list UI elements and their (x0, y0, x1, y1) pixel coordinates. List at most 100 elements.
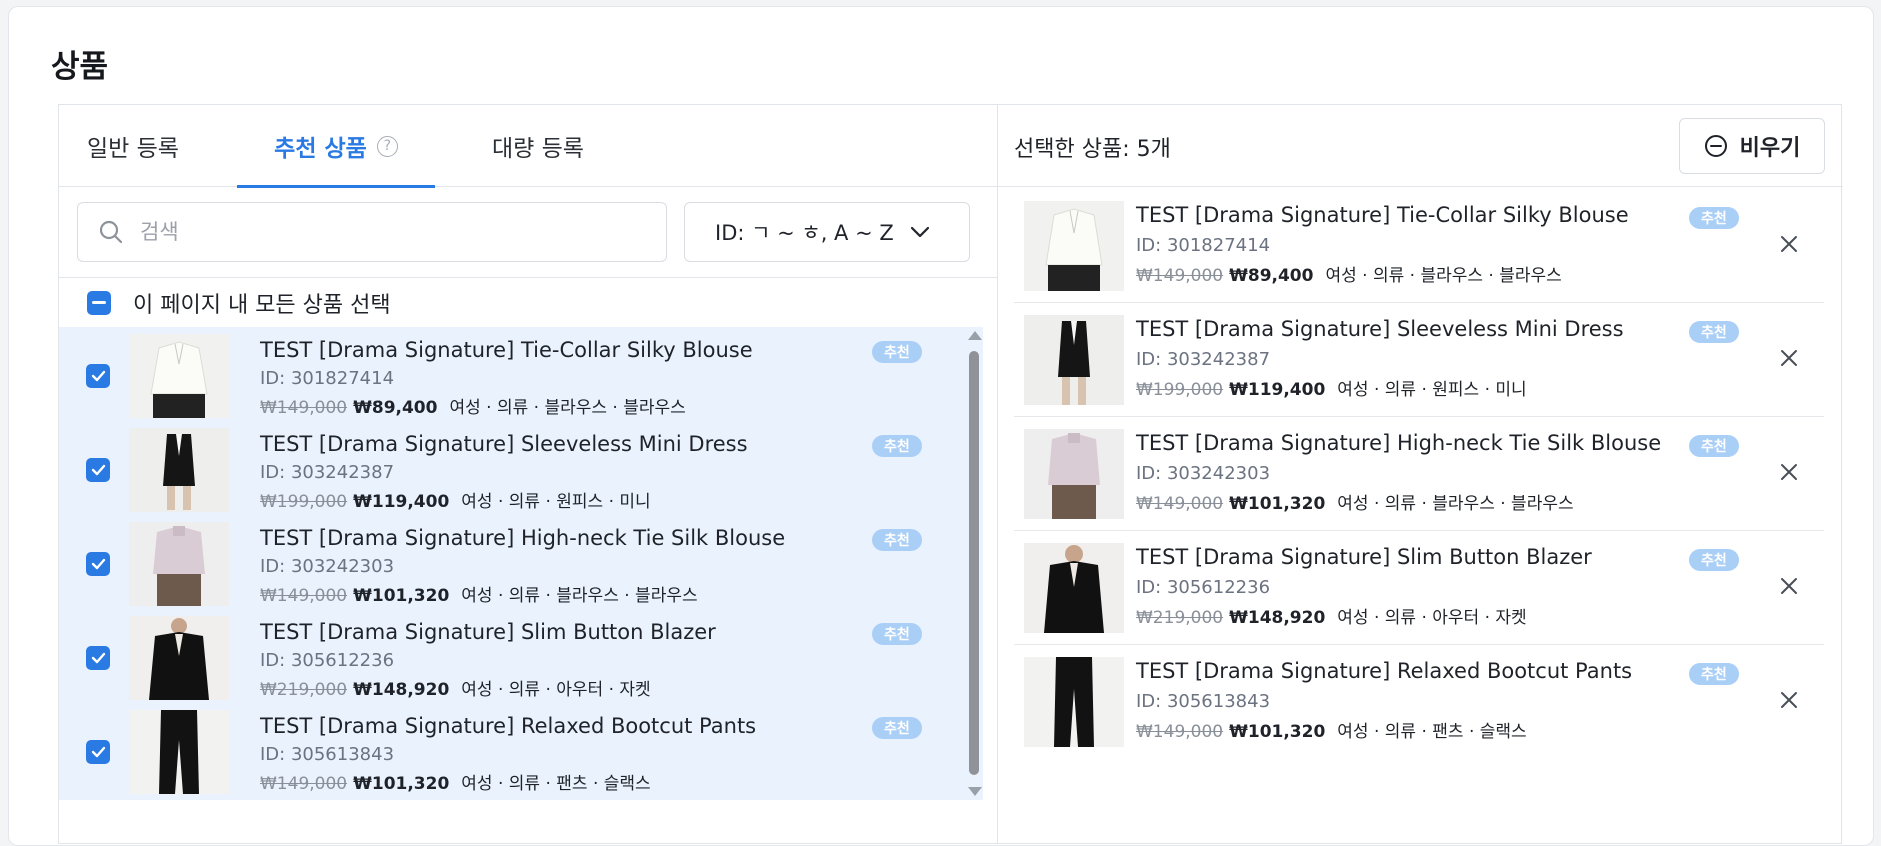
scrollbar-thumb[interactable] (969, 351, 979, 775)
close-icon (1781, 350, 1797, 366)
close-icon (1781, 692, 1797, 708)
row-checkbox[interactable] (86, 364, 110, 388)
scroll-up-arrow[interactable] (968, 331, 982, 340)
product-picker: 일반 등록 추천 상품 ? 대량 등록 ID: ㄱ ~ ㅎ, A ~ Z (59, 105, 997, 843)
remove-item-button[interactable] (1774, 457, 1804, 487)
row-checkbox[interactable] (86, 646, 110, 670)
recommended-badge: 추천 (1689, 207, 1739, 229)
original-price: ₩219,000 (260, 680, 348, 700)
product-category: 여성 · 의류 · 팬츠 · 슬랙스 (461, 774, 651, 794)
product-row[interactable]: TEST [Drama Signature] High-neck Tie Sil… (59, 517, 983, 611)
remove-item-button[interactable] (1774, 571, 1804, 601)
original-price: ₩149,000 (260, 774, 348, 794)
black-pants-image (1024, 657, 1124, 747)
question-circle-icon[interactable]: ? (376, 135, 398, 157)
product-thumbnail (129, 428, 229, 512)
product-id: ID: 305612236 (1136, 577, 1271, 598)
tab-general[interactable]: 일반 등록 (59, 105, 207, 187)
selected-header: 선택한 상품: 5개 비우기 (998, 105, 1843, 187)
recommended-badge: 추천 (872, 623, 922, 645)
check-icon (91, 652, 105, 664)
black-blazer-image (1024, 543, 1124, 633)
product-list: TEST [Drama Signature] Tie-Collar Silky … (59, 327, 983, 800)
remove-item-button[interactable] (1774, 685, 1804, 715)
selected-item: TEST [Drama Signature] Relaxed Bootcut P… (1014, 645, 1824, 759)
product-thumbnail (1024, 201, 1124, 291)
sale-price: ₩119,400 (353, 492, 450, 512)
original-price: ₩199,000 (1136, 380, 1224, 400)
recommended-badge: 추천 (872, 717, 922, 739)
scroll-down-arrow[interactable] (968, 787, 982, 796)
product-thumbnail (1024, 657, 1124, 747)
search-input[interactable] (140, 220, 620, 244)
close-icon (1781, 236, 1797, 252)
product-category: 여성 · 의류 · 원피스 · 미니 (1337, 380, 1527, 400)
product-thumbnail (129, 710, 229, 794)
scrollbar[interactable] (964, 327, 983, 800)
black-mini-dress-image (129, 428, 229, 512)
sale-price: ₩89,400 (1229, 266, 1314, 286)
recommended-badge: 추천 (872, 435, 922, 457)
product-title: TEST [Drama Signature] High-neck Tie Sil… (1136, 431, 1662, 455)
sort-dropdown[interactable]: ID: ㄱ ~ ㅎ, A ~ Z (684, 202, 970, 262)
product-category: 여성 · 의류 · 블라우스 · 블라우스 (461, 586, 698, 606)
select-all-row: 이 페이지 내 모든 상품 선택 (59, 277, 997, 327)
tab-bulk[interactable]: 대량 등록 (464, 105, 612, 187)
product-row[interactable]: TEST [Drama Signature] Tie-Collar Silky … (59, 329, 983, 423)
product-price-line: ₩149,000 ₩101,320 여성 · 의류 · 블라우스 · 블라우스 (260, 581, 698, 606)
product-id: ID: 305613843 (260, 744, 395, 765)
selected-products-pane: 선택한 상품: 5개 비우기 TEST [Drama Signature] Ti… (998, 105, 1843, 843)
product-price-line: ₩149,000 ₩89,400 여성 · 의류 · 블라우스 · 블라우스 (1136, 261, 1562, 286)
original-price: ₩149,000 (1136, 266, 1224, 286)
product-id: ID: 303242303 (1136, 463, 1271, 484)
search-box[interactable] (77, 202, 667, 262)
tab-label: 추천 상품 (274, 136, 367, 162)
product-thumbnail (1024, 315, 1124, 405)
product-title: TEST [Drama Signature] Relaxed Bootcut P… (260, 714, 757, 738)
product-id: ID: 303242387 (1136, 349, 1271, 370)
black-blazer-image (129, 616, 229, 700)
sort-label: ID: ㄱ ~ ㅎ, A ~ Z (715, 221, 894, 245)
check-icon (91, 558, 105, 570)
product-row[interactable]: TEST [Drama Signature] Sleeveless Mini D… (59, 423, 983, 517)
remove-item-button[interactable] (1774, 343, 1804, 373)
product-thumbnail (129, 616, 229, 700)
product-price-line: ₩149,000 ₩101,320 여성 · 의류 · 팬츠 · 슬랙스 (260, 769, 651, 794)
product-price-line: ₩219,000 ₩148,920 여성 · 의류 · 아우터 · 자켓 (1136, 603, 1527, 628)
tab-recommended[interactable]: 추천 상품 ? (237, 105, 435, 188)
product-thumbnail (1024, 543, 1124, 633)
selected-item: TEST [Drama Signature] Tie-Collar Silky … (1014, 189, 1824, 303)
clear-button-label: 비우기 (1739, 136, 1801, 161)
product-id: ID: 301827414 (260, 368, 395, 389)
sale-price: ₩101,320 (1229, 722, 1326, 742)
sale-price: ₩101,320 (353, 774, 450, 794)
product-id: ID: 305613843 (1136, 691, 1271, 712)
clear-button[interactable]: 비우기 (1679, 118, 1825, 174)
original-price: ₩199,000 (260, 492, 348, 512)
product-title: TEST [Drama Signature] Slim Button Blaze… (1136, 545, 1592, 569)
product-row[interactable]: TEST [Drama Signature] Slim Button Blaze… (59, 611, 983, 705)
product-title: TEST [Drama Signature] Slim Button Blaze… (260, 620, 716, 644)
product-thumbnail (129, 334, 229, 418)
product-price-line: ₩149,000 ₩101,320 여성 · 의류 · 블라우스 · 블라우스 (1136, 489, 1574, 514)
row-checkbox[interactable] (86, 458, 110, 482)
product-row[interactable]: TEST [Drama Signature] Relaxed Bootcut P… (59, 705, 983, 799)
product-id: ID: 301827414 (1136, 235, 1271, 256)
product-title: TEST [Drama Signature] High-neck Tie Sil… (260, 526, 786, 550)
page-title: 상품 (51, 49, 109, 85)
product-price-line: ₩149,000 ₩101,320 여성 · 의류 · 팬츠 · 슬랙스 (1136, 717, 1527, 742)
select-all-checkbox[interactable] (87, 290, 111, 315)
minus-circle-icon (1704, 135, 1727, 157)
check-icon (91, 746, 105, 758)
original-price: ₩149,000 (1136, 722, 1224, 742)
product-id: ID: 305612236 (260, 650, 395, 671)
check-icon (91, 370, 105, 382)
black-pants-image (129, 710, 229, 794)
remove-item-button[interactable] (1774, 229, 1804, 259)
row-checkbox[interactable] (86, 552, 110, 576)
product-card: 상품 일반 등록 추천 상품 ? 대량 등록 검색 ID: ㄱ ~ ㅎ, A ~… (8, 6, 1874, 846)
product-id: ID: 303242387 (260, 462, 395, 483)
product-price-line: ₩199,000 ₩119,400 여성 · 의류 · 원피스 · 미니 (1136, 375, 1527, 400)
row-checkbox[interactable] (86, 740, 110, 764)
original-price: ₩149,000 (260, 398, 348, 418)
